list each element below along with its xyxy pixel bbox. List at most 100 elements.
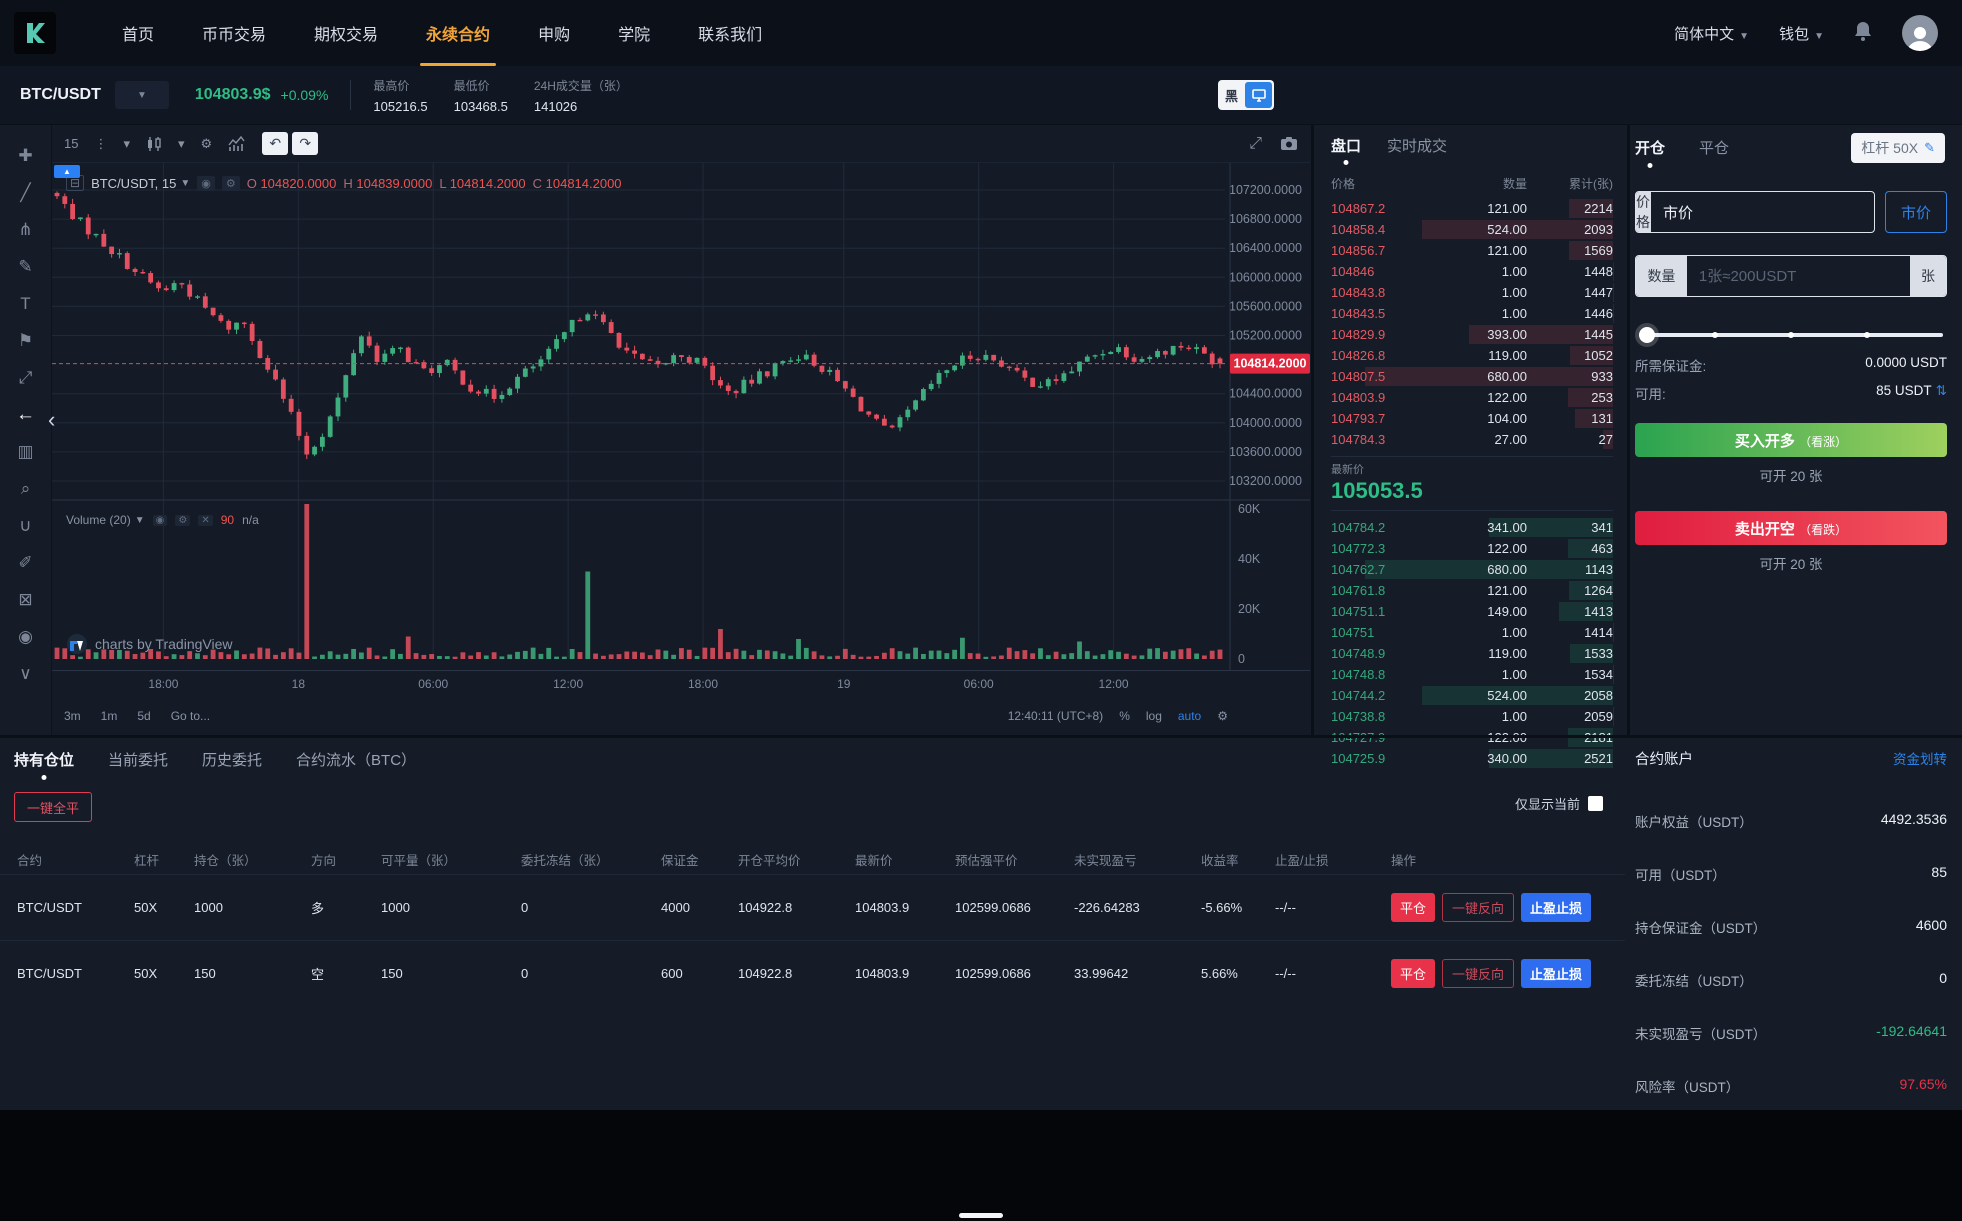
tab-depth[interactable]: 盘口	[1331, 135, 1361, 156]
quantity-slider[interactable]	[1639, 327, 1943, 343]
candle-style-icon[interactable]	[146, 136, 162, 152]
undo-button[interactable]: ↶	[262, 132, 289, 155]
volume-title[interactable]: Volume (20)	[66, 513, 131, 527]
price-input[interactable]	[1651, 192, 1874, 232]
ask-row[interactable]: 104846 1.00 1448	[1331, 261, 1613, 282]
nav-item[interactable]: 币币交易	[178, 0, 290, 66]
bottom-gear-icon[interactable]: ⚙	[1217, 709, 1228, 723]
brush-icon[interactable]: ✎	[9, 250, 43, 284]
range-button[interactable]: Go to...	[171, 709, 210, 723]
slider-handle[interactable]	[1639, 327, 1655, 343]
magnet-icon[interactable]: ∪	[9, 509, 43, 543]
nav-item[interactable]: 学院	[594, 0, 674, 66]
ask-row[interactable]: 104793.7 104.00 131	[1331, 408, 1613, 429]
reverse-position-button[interactable]: 一键反向	[1442, 959, 1515, 988]
bid-row[interactable]: 104751 1.00 1414	[1331, 622, 1613, 643]
tp-sl-button[interactable]: 止盈止损	[1521, 893, 1592, 922]
ask-row[interactable]: 104803.9 122.00 253	[1331, 387, 1613, 408]
volume-settings-icon[interactable]: ⚙	[175, 514, 191, 526]
buy-open-long-button[interactable]: 买入开多 （看涨）	[1635, 423, 1947, 457]
legend-symbol[interactable]: BTC/USDT, 15	[91, 176, 176, 191]
ask-row[interactable]: 104867.2 121.00 2214	[1331, 198, 1613, 219]
pattern-icon[interactable]: ⚑	[9, 324, 43, 358]
bid-row[interactable]: 104761.8 121.00 1264	[1331, 580, 1613, 601]
interval-button[interactable]: 15	[64, 136, 78, 151]
candle-style-dropdown-icon[interactable]: ▾	[178, 136, 185, 152]
range-button[interactable]: 5d	[137, 709, 150, 723]
bars-pattern-icon[interactable]: ▥	[9, 435, 43, 469]
ask-row[interactable]: 104843.8 1.00 1447	[1331, 282, 1613, 303]
close-position-button[interactable]: 平仓	[1391, 893, 1436, 922]
ask-row[interactable]: 104843.5 1.00 1446	[1331, 303, 1613, 324]
sell-open-short-button[interactable]: 卖出开空 （看跌）	[1635, 511, 1947, 545]
market-price-button[interactable]: 市价	[1885, 191, 1947, 233]
fullscreen-icon[interactable]: ⤢	[1249, 135, 1262, 153]
ask-row[interactable]: 104784.3 27.00 27	[1331, 429, 1613, 450]
snapshot-camera-icon[interactable]	[1280, 136, 1298, 151]
nav-item[interactable]: 期权交易	[290, 0, 402, 66]
indicators-icon[interactable]	[228, 135, 246, 152]
tab-trades[interactable]: 实时成交	[1387, 135, 1447, 156]
volume-close-icon[interactable]: ✕	[198, 514, 213, 526]
forecast-icon[interactable]: ⤢	[9, 361, 43, 395]
positions-tab[interactable]: 历史委托	[202, 749, 262, 770]
leverage-button[interactable]: 杠杆 50X ✎	[1851, 133, 1945, 163]
notification-bell-icon[interactable]	[1854, 21, 1872, 46]
bid-row[interactable]: 104725.9 340.00 2521	[1331, 748, 1613, 769]
log-scale-button[interactable]: log	[1146, 709, 1162, 723]
kebab-menu-icon[interactable]: ⋮	[94, 136, 107, 152]
edit-icon[interactable]: ✐	[9, 546, 43, 580]
text-icon[interactable]: T	[9, 287, 43, 321]
tab-close-position[interactable]: 平仓	[1699, 137, 1729, 158]
theme-screen-icon[interactable]	[1245, 82, 1272, 108]
ask-row[interactable]: 104858.4 524.00 2093	[1331, 219, 1613, 240]
chart-settings-gear-icon[interactable]: ⚙	[201, 136, 213, 152]
bid-row[interactable]: 104748.9 119.00 1533	[1331, 643, 1613, 664]
theme-dark-label[interactable]: 黑	[1218, 86, 1245, 105]
wallet-menu[interactable]: 钱包 ▼	[1779, 23, 1824, 44]
positions-tab[interactable]: 持有仓位	[14, 749, 74, 770]
nav-item[interactable]: 申购	[514, 0, 594, 66]
transfer-icon[interactable]: ⇅	[1936, 383, 1947, 398]
bid-row[interactable]: 104772.3 122.00 463	[1331, 538, 1613, 559]
fund-transfer-link[interactable]: 资金划转	[1893, 748, 1947, 768]
trend-line-icon[interactable]: ╱	[9, 176, 43, 210]
volume-eye-icon[interactable]: ◉	[152, 514, 168, 526]
only-current-checkbox[interactable]	[1588, 796, 1603, 811]
redo-button[interactable]: ↷	[292, 132, 319, 155]
range-button[interactable]: 1m	[101, 709, 118, 723]
bid-row[interactable]: 104738.8 1.00 2059	[1331, 706, 1613, 727]
positions-tab[interactable]: 当前委托	[108, 749, 168, 770]
collapse-sidebar-handle[interactable]: ‹	[48, 407, 55, 433]
only-current-toggle[interactable]: 仅显示当前	[1515, 794, 1603, 813]
ask-row[interactable]: 104829.9 393.00 1445	[1331, 324, 1613, 345]
close-all-button[interactable]: 一键全平	[14, 792, 93, 822]
user-avatar[interactable]	[1902, 15, 1938, 51]
back-icon[interactable]: ←	[9, 398, 43, 432]
time-axis[interactable]: 18:00 18 06:00 12:00 18:00 19 06:00 12:00	[52, 670, 1310, 696]
bid-row[interactable]: 104751.1 149.00 1413	[1331, 601, 1613, 622]
favorites-tag[interactable]: ▲	[54, 165, 80, 178]
chevron-down-icon[interactable]: ▼	[135, 515, 145, 526]
pair-selector[interactable]: ▼	[114, 81, 169, 109]
crosshair-icon[interactable]: ✚	[9, 139, 43, 173]
bid-row[interactable]: 104748.8 1.00 1534	[1331, 664, 1613, 685]
percent-scale-button[interactable]: %	[1119, 709, 1130, 723]
language-selector[interactable]: 简体中文 ▼	[1674, 23, 1749, 44]
interval-dropdown-icon[interactable]: ▾	[123, 136, 130, 152]
candlestick-chart[interactable]: 107200.0000 106800.0000 106400.0000 106000.…	[52, 163, 1310, 670]
nav-item[interactable]: 永续合约	[402, 0, 514, 66]
reverse-position-button[interactable]: 一键反向	[1442, 893, 1515, 922]
ask-row[interactable]: 104856.7 121.00 1569	[1331, 240, 1613, 261]
quantity-input[interactable]	[1686, 256, 1910, 296]
legend-settings-icon[interactable]: ⚙	[221, 175, 240, 191]
nav-item[interactable]: 首页	[98, 0, 178, 66]
zoom-icon[interactable]: ⌕	[9, 472, 43, 506]
eye-icon[interactable]: ◉	[9, 620, 43, 654]
range-button[interactable]: 3m	[64, 709, 81, 723]
positions-tab[interactable]: 合约流水（BTC）	[296, 749, 416, 770]
auto-scale-button[interactable]: auto	[1178, 709, 1201, 723]
chevron-down-icon[interactable]: ▼	[180, 178, 190, 189]
nav-item[interactable]: 联系我们	[674, 0, 786, 66]
brand-logo[interactable]	[14, 12, 56, 54]
